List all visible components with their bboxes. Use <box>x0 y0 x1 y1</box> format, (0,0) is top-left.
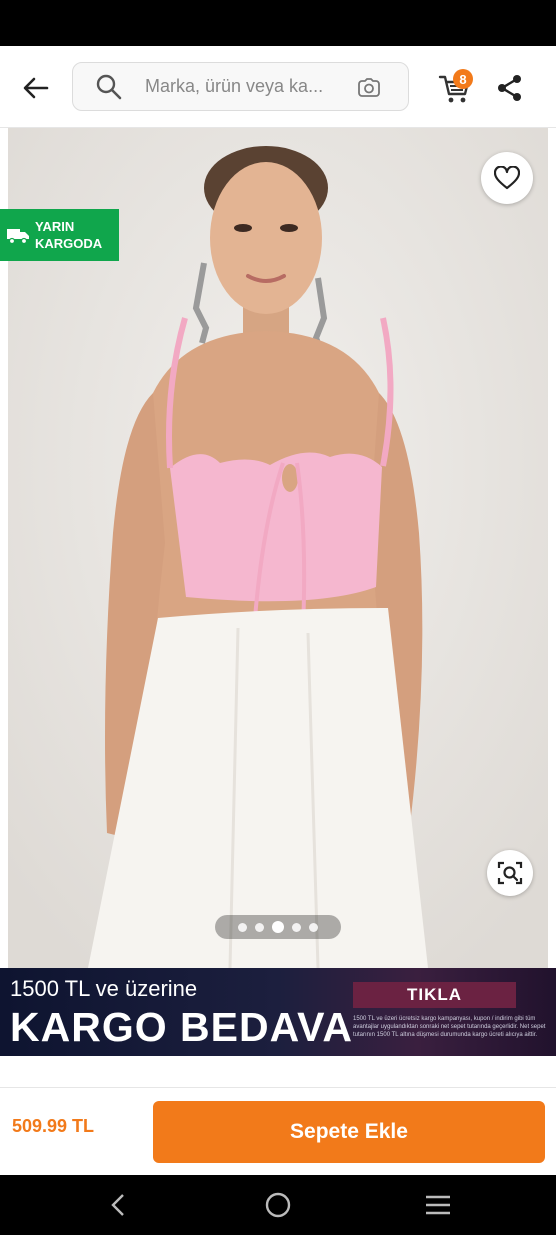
pager-dot-active[interactable] <box>272 921 284 933</box>
nav-back-icon <box>111 1194 124 1216</box>
delivery-text-line1: YARIN <box>35 219 75 234</box>
share-icon <box>498 75 521 101</box>
pager-dot[interactable] <box>292 922 301 932</box>
promo-line2: KARGO BEDAVA <box>10 1004 354 1050</box>
favorite-button[interactable] <box>481 152 533 204</box>
image-pager[interactable] <box>215 915 341 939</box>
pager-dot[interactable] <box>238 922 247 932</box>
status-bar <box>0 0 556 46</box>
nav-back-button[interactable] <box>102 1189 134 1221</box>
delivery-text: YARIN KARGODA <box>35 218 102 252</box>
promo-cta-button[interactable]: TIKLA <box>353 982 516 1008</box>
nav-menu-button[interactable] <box>422 1189 454 1221</box>
pager-dot[interactable] <box>309 922 318 932</box>
promo-fine-print: 1500 TL ve üzeri ücretsiz kargo kampanya… <box>353 1016 546 1038</box>
bottom-action-bar: 509.99 TL Sepete Ekle <box>0 1087 556 1175</box>
pager-dot[interactable] <box>255 922 264 932</box>
zoom-scan-icon <box>497 861 523 885</box>
nav-home-button[interactable] <box>262 1189 294 1221</box>
promo-line1: 1500 TL ve üzerine <box>10 976 198 1001</box>
cart-count-badge: 8 <box>453 69 473 89</box>
zoom-button[interactable] <box>487 850 533 896</box>
nav-home-icon <box>265 1192 291 1218</box>
add-to-cart-button[interactable]: Sepete Ekle <box>153 1101 545 1163</box>
search-icon <box>95 73 123 101</box>
share-button[interactable] <box>490 68 530 108</box>
product-price: 509.99 TL <box>12 1116 95 1136</box>
camera-icon[interactable] <box>356 75 382 101</box>
back-arrow-icon <box>23 77 49 99</box>
delivery-text-line2: KARGODA <box>35 236 103 251</box>
delivery-badge: YARIN KARGODA <box>0 209 119 261</box>
search-input[interactable]: Marka, ürün veya ka... <box>72 62 409 111</box>
truck-icon <box>7 229 29 245</box>
back-button[interactable] <box>16 68 56 108</box>
system-nav-bar <box>0 1175 556 1235</box>
nav-menu-icon <box>426 1195 450 1215</box>
search-placeholder: Marka, ürün veya ka... <box>145 76 324 96</box>
top-header: Marka, ürün veya ka... 8 <box>0 46 556 128</box>
heart-icon <box>494 166 520 190</box>
